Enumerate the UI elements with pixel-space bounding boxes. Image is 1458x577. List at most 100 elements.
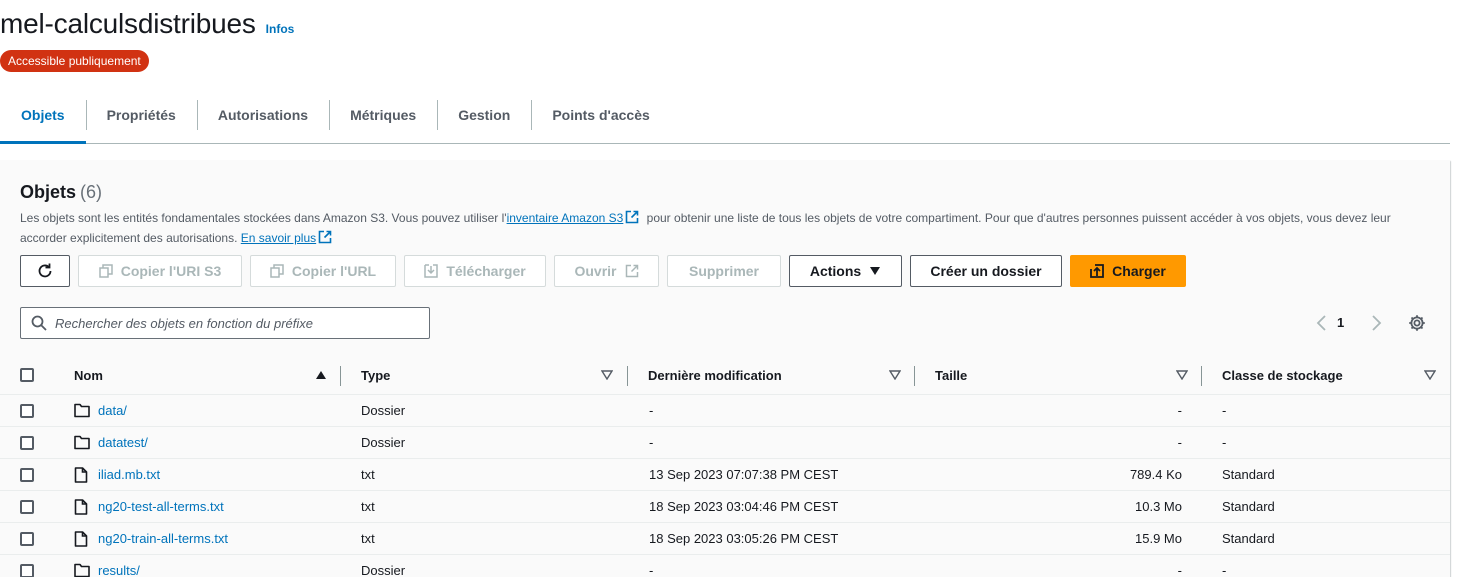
column-type[interactable]: Type	[361, 368, 390, 383]
tab-metrics[interactable]: Métriques	[329, 100, 437, 143]
previous-page-icon[interactable]	[1315, 315, 1327, 331]
row-checkbox[interactable]	[20, 436, 34, 450]
object-size: -	[1177, 435, 1182, 450]
object-name-link[interactable]: ng20-train-all-terms.txt	[98, 531, 228, 546]
caret-down-icon	[870, 267, 881, 275]
object-type: txt	[361, 499, 375, 514]
sort-icon[interactable]	[889, 370, 901, 380]
gear-icon[interactable]	[1408, 314, 1426, 332]
search-input[interactable]	[55, 315, 415, 331]
sort-icon[interactable]	[1424, 370, 1436, 380]
object-last-modified: 18 Sep 2023 03:04:46 PM CEST	[649, 499, 839, 514]
table-row[interactable]: ng20-test-all-terms.txt txt 18 Sep 2023 …	[0, 491, 1450, 523]
actions-dropdown[interactable]: Actions	[789, 255, 902, 287]
current-page[interactable]: 1	[1337, 315, 1344, 330]
object-storage-class: -	[1222, 403, 1227, 418]
public-access-badge: Accessible publiquement	[0, 50, 149, 72]
select-all-checkbox[interactable]	[20, 368, 34, 382]
object-size: -	[1177, 403, 1182, 418]
object-size: 789.4 Ko	[1129, 467, 1182, 482]
sort-ascending-icon[interactable]	[315, 370, 327, 380]
object-name-link[interactable]: ng20-test-all-terms.txt	[98, 499, 224, 514]
panel-title: Objets (6)	[20, 182, 102, 203]
object-name-link[interactable]: results/	[98, 563, 140, 577]
next-page-icon[interactable]	[1371, 315, 1383, 331]
file-icon	[74, 467, 88, 483]
upload-button[interactable]: Charger	[1070, 255, 1186, 287]
column-size[interactable]: Taille	[935, 368, 967, 383]
description-part1: Les objets sont les entités fondamentale…	[20, 211, 507, 225]
object-last-modified: -	[649, 563, 654, 577]
object-name-link[interactable]: datatest/	[98, 435, 148, 450]
delete-button[interactable]: Supprimer	[667, 255, 781, 287]
create-folder-button[interactable]: Créer un dossier	[910, 255, 1062, 287]
search-icon	[31, 315, 47, 331]
copy-icon	[270, 264, 284, 278]
object-name-link[interactable]: data/	[98, 403, 127, 418]
column-divider	[340, 366, 341, 386]
tab-properties[interactable]: Propriétés	[85, 100, 197, 143]
learn-more-link[interactable]: En savoir plus	[241, 231, 316, 245]
copy-icon	[98, 264, 113, 278]
column-divider	[1201, 366, 1202, 386]
object-storage-class: Standard	[1222, 467, 1275, 482]
delete-label: Supprimer	[688, 263, 759, 279]
row-checkbox[interactable]	[20, 404, 34, 418]
object-type: txt	[361, 531, 375, 546]
object-storage-class: -	[1222, 563, 1227, 577]
download-button[interactable]: Télécharger	[404, 255, 546, 287]
tab-management[interactable]: Gestion	[437, 100, 531, 143]
table-row[interactable]: results/ Dossier - - -	[0, 555, 1450, 577]
object-type: txt	[361, 467, 375, 482]
table-row[interactable]: data/ Dossier - - -	[0, 395, 1450, 427]
download-icon	[424, 264, 439, 278]
tab-permissions[interactable]: Autorisations	[196, 100, 329, 143]
table-row[interactable]: iliad.mb.txt txt 13 Sep 2023 07:07:38 PM…	[0, 459, 1450, 491]
open-label: Ouvrir	[574, 263, 617, 279]
file-icon	[74, 499, 88, 515]
object-size: -	[1177, 563, 1182, 577]
external-link-icon	[318, 230, 332, 244]
row-checkbox[interactable]	[20, 500, 34, 514]
copy-url-button[interactable]: Copier l'URL	[250, 255, 396, 287]
object-name-link[interactable]: iliad.mb.txt	[98, 467, 160, 482]
column-name[interactable]: Nom	[74, 368, 103, 383]
external-link-icon	[625, 264, 638, 278]
refresh-icon	[38, 263, 52, 278]
row-checkbox[interactable]	[20, 532, 34, 546]
tab-objects[interactable]: Objets	[0, 100, 86, 144]
object-last-modified: 13 Sep 2023 07:07:38 PM CEST	[649, 467, 839, 482]
row-checkbox[interactable]	[20, 468, 34, 482]
object-storage-class: -	[1222, 435, 1227, 450]
column-divider	[914, 366, 915, 386]
object-count: (6)	[80, 182, 103, 202]
sort-icon[interactable]	[1176, 370, 1188, 380]
table-row[interactable]: ng20-train-all-terms.txt txt 18 Sep 2023…	[0, 523, 1450, 555]
row-checkbox[interactable]	[20, 564, 34, 577]
sort-icon[interactable]	[601, 370, 613, 380]
upload-icon	[1090, 264, 1105, 278]
object-type: Dossier	[361, 435, 406, 450]
actions-label: Actions	[809, 263, 862, 279]
inventory-link[interactable]: inventaire Amazon S3	[507, 211, 624, 225]
panel-title-text: Objets	[20, 182, 77, 202]
table-row[interactable]: datatest/ Dossier - - -	[0, 427, 1450, 459]
upload-label: Charger	[1112, 263, 1166, 279]
column-last-modified[interactable]: Dernière modification	[648, 368, 782, 383]
object-last-modified: -	[649, 403, 654, 418]
refresh-button[interactable]	[20, 255, 70, 287]
copy-s3-uri-button[interactable]: Copier l'URI S3	[78, 255, 242, 287]
external-link-icon	[626, 210, 639, 224]
info-link[interactable]: Infos	[266, 22, 295, 36]
page-header: mel-calculsdistribues Infos	[0, 8, 294, 40]
create-folder-label: Créer un dossier	[930, 263, 1042, 279]
copy-s3-uri-label: Copier l'URI S3	[120, 263, 222, 279]
table-header: Nom Type Dernière modification Taille Cl…	[0, 357, 1450, 395]
object-size: 15.9 Mo	[1135, 531, 1182, 546]
copy-url-label: Copier l'URL	[291, 263, 377, 279]
column-storage-class[interactable]: Classe de stockage	[1222, 368, 1343, 383]
folder-icon	[74, 435, 90, 450]
object-type: Dossier	[361, 563, 406, 577]
open-button[interactable]: Ouvrir	[554, 255, 659, 287]
tab-access-points[interactable]: Points d'accès	[531, 100, 670, 143]
